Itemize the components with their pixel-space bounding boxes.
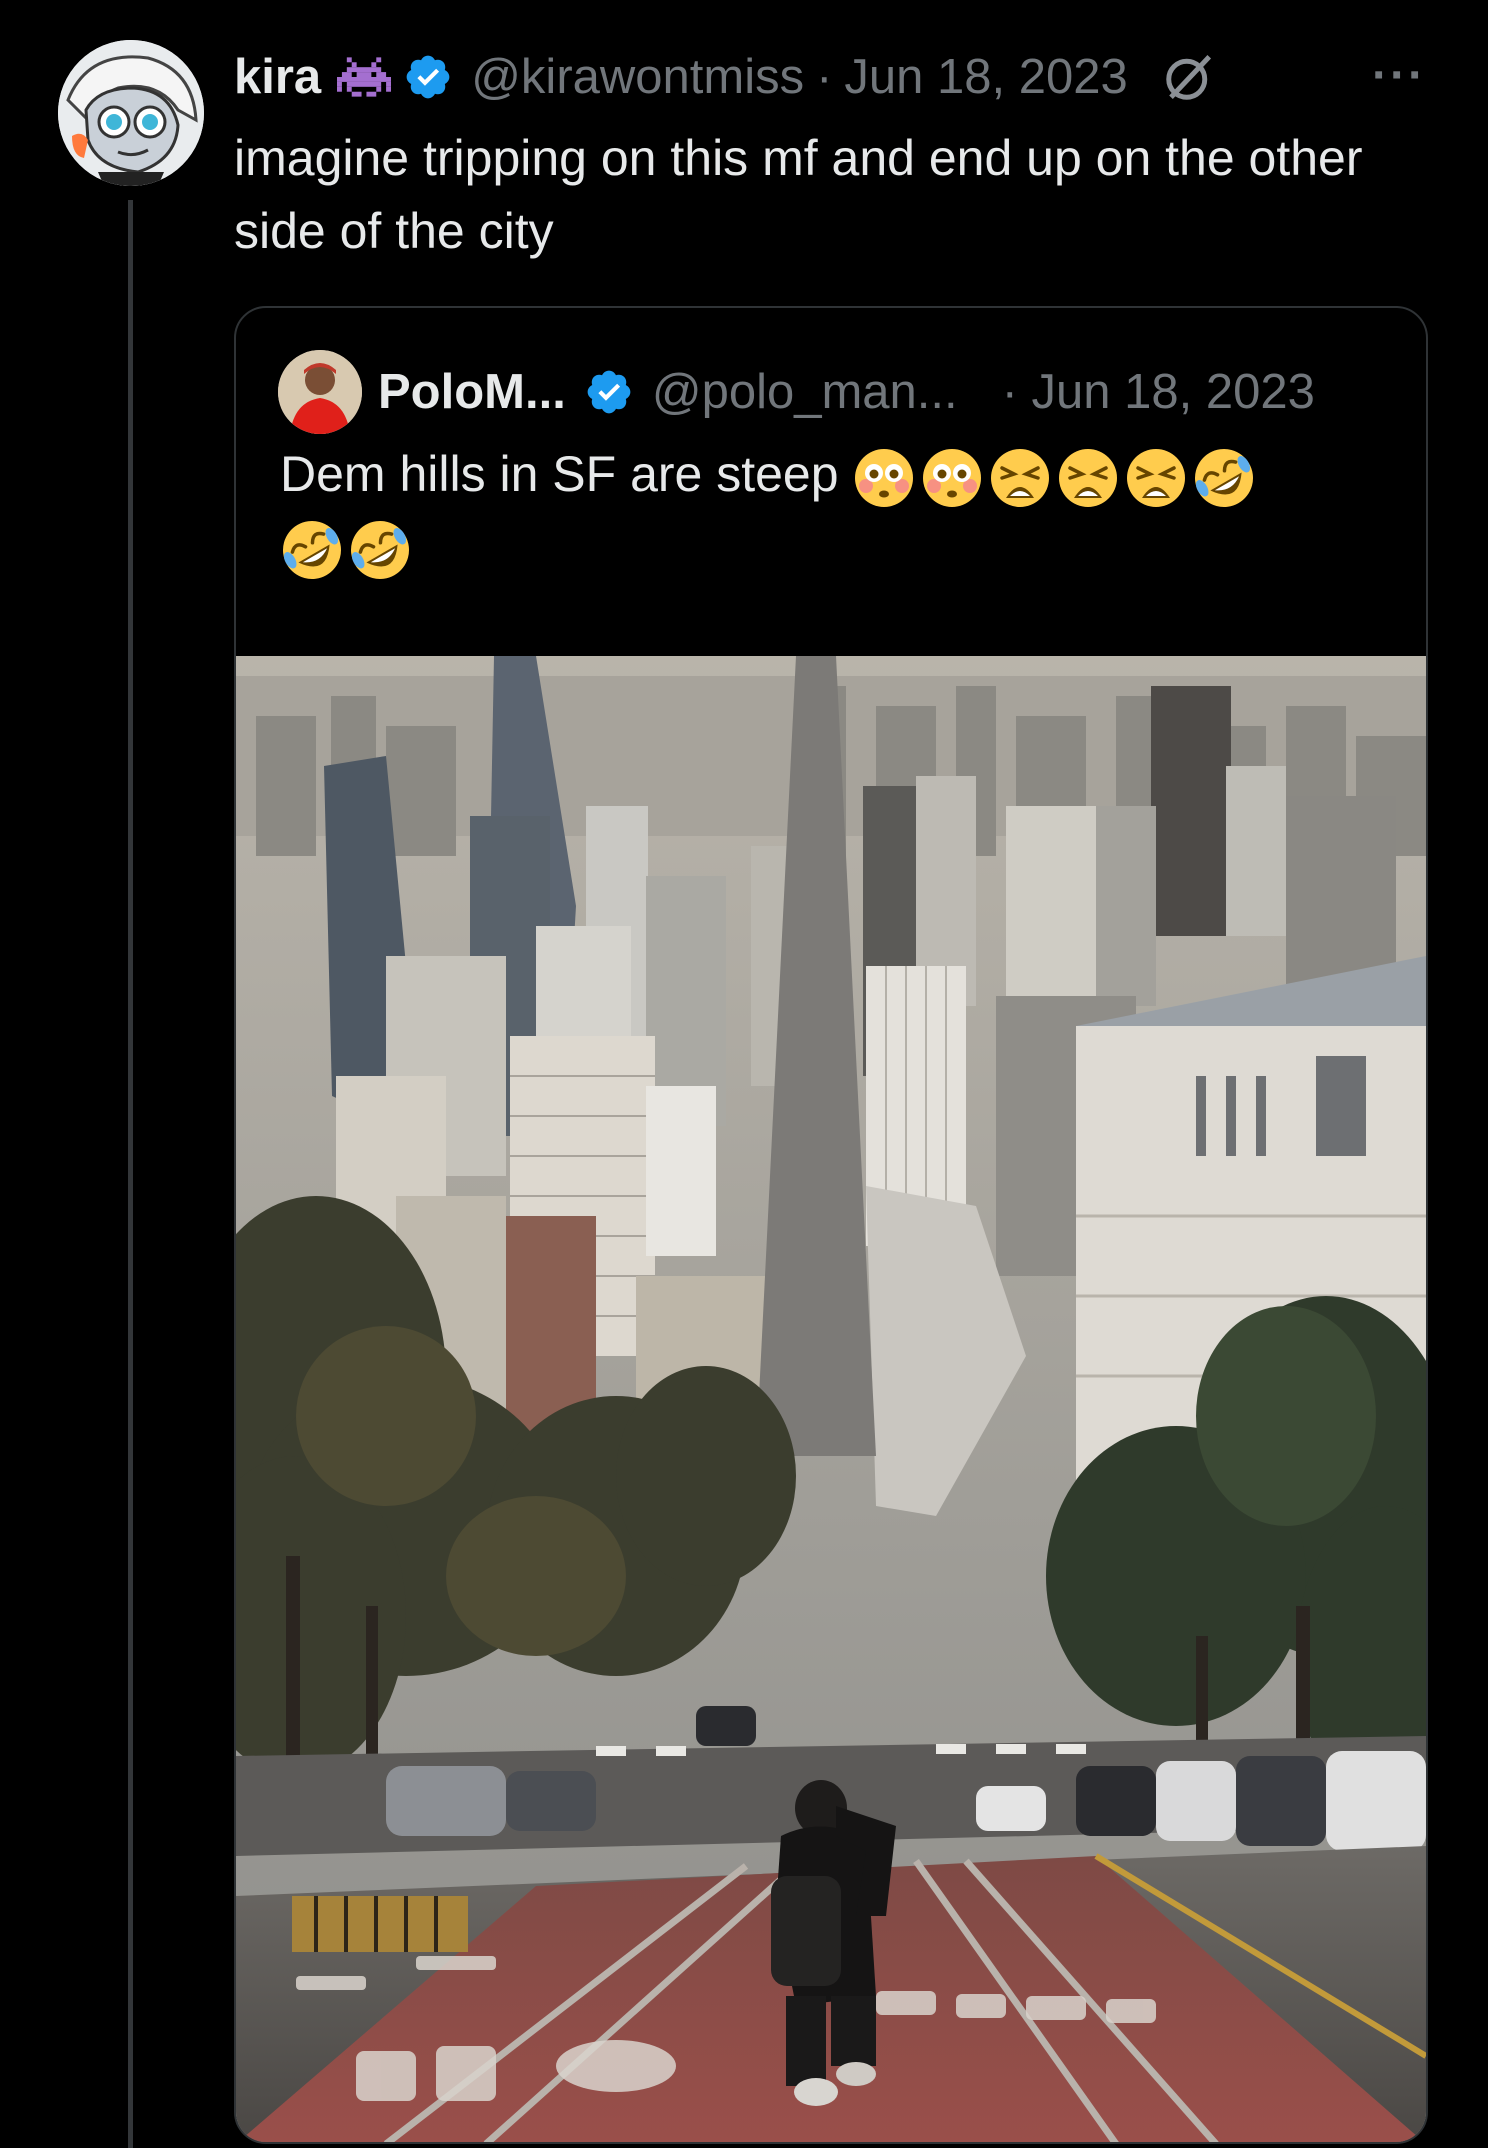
weary-face-icon <box>1059 448 1118 507</box>
quoted-tweet-emojis-line-2 <box>280 518 416 582</box>
flushed-face-icon <box>855 448 914 507</box>
avatar-image <box>58 40 204 186</box>
rofl-face-icon <box>351 520 409 579</box>
verified-badge-icon[interactable] <box>403 52 453 102</box>
weary-face-icon <box>1127 448 1186 507</box>
author-avatar[interactable] <box>58 40 204 186</box>
quoted-author-name[interactable]: PoloM... <box>378 364 566 420</box>
quoted-tweet-header: PoloM... @polo_man... · Jun 18, 2023 <box>278 350 1315 434</box>
thread-line <box>128 200 133 2148</box>
separator-dot: · <box>816 50 833 104</box>
quoted-tweet-text: Dem hills in SF are steep <box>280 438 1390 582</box>
quoted-tweet-card[interactable]: PoloM... @polo_man... · Jun 18, 2023 Dem… <box>234 306 1428 2144</box>
more-options-button[interactable]: ··· <box>1372 48 1426 103</box>
grok-icon[interactable] <box>1162 50 1216 104</box>
quoted-tweet-text-content: Dem hills in SF are steep <box>280 446 839 502</box>
quoted-tweet-emojis <box>852 446 1260 510</box>
author-handle[interactable]: @kirawontmiss <box>471 49 804 105</box>
rofl-face-icon <box>1195 448 1254 507</box>
flushed-face-icon <box>923 448 982 507</box>
weary-face-icon <box>991 448 1050 507</box>
quoted-verified-badge-icon <box>584 367 634 417</box>
tweet-date[interactable]: Jun 18, 2023 <box>844 49 1127 105</box>
tweet-text: imagine tripping on this mf and end up o… <box>234 130 1363 259</box>
author-name[interactable]: kira <box>234 49 321 105</box>
quoted-author-handle[interactable]: @polo_man... <box>652 364 958 420</box>
tweet[interactable]: kira @kirawontmiss · Jun 18, 2023 ··· im… <box>0 0 1488 2148</box>
rofl-face-icon <box>283 520 341 579</box>
space-invader-icon <box>337 53 392 101</box>
quoted-avatar-image <box>278 350 362 434</box>
tweet-photo[interactable] <box>236 656 1426 2142</box>
quoted-author-avatar[interactable] <box>278 350 362 434</box>
tweet-header: kira @kirawontmiss · Jun 18, 2023 <box>234 42 1216 112</box>
photo-sf-steep-street <box>236 656 1426 2142</box>
quoted-tweet-date[interactable]: · Jun 18, 2023 <box>1002 364 1315 420</box>
